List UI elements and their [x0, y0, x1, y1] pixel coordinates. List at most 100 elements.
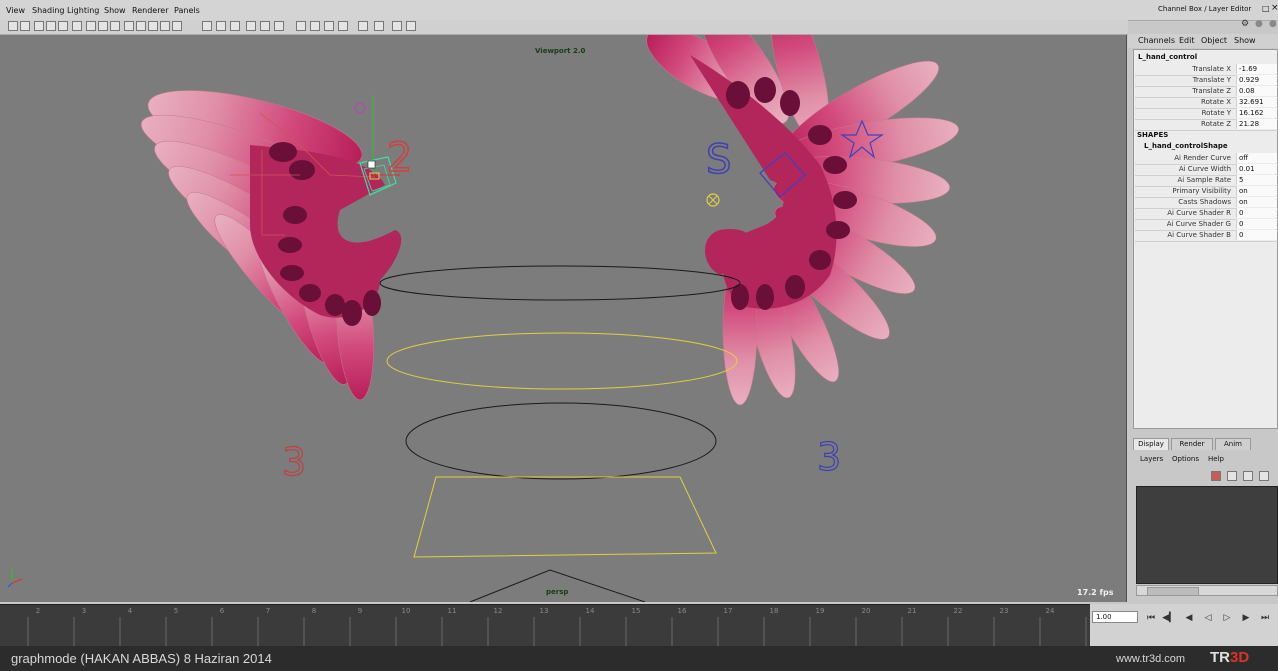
tab-anim[interactable]: Anim — [1215, 438, 1251, 450]
move-down-icon[interactable] — [1259, 471, 1269, 481]
go-to-end-icon[interactable]: ⏭ — [1258, 612, 1272, 624]
tab-display[interactable]: Display — [1133, 438, 1169, 450]
gamma-icon[interactable] — [374, 21, 384, 31]
object-name[interactable]: L_hand_control — [1138, 53, 1197, 61]
grid-icon[interactable] — [86, 21, 96, 31]
exposure-icon[interactable] — [358, 21, 368, 31]
channel-value[interactable]: 32.691 — [1236, 97, 1277, 107]
current-frame-field[interactable]: 1.00 — [1092, 611, 1138, 623]
go-to-start-icon[interactable]: ⏮ — [1144, 612, 1158, 624]
viewport-3d[interactable]: 2 S 3 3 Viewport 2.0 persp 17.2 fps — [0, 35, 1127, 602]
left-top-letter[interactable]: 2 — [386, 134, 413, 182]
gear-icon[interactable]: ⚙ — [1241, 19, 1249, 29]
wireframe-icon[interactable] — [124, 21, 134, 31]
menu-channels[interactable]: Channels — [1138, 36, 1175, 45]
light-bulb-icon[interactable] — [260, 21, 270, 31]
right-wing[interactable]: S — [636, 35, 962, 406]
menu-shading[interactable]: Shading — [32, 6, 65, 15]
step-back-frame-icon[interactable]: ◀▎ — [1162, 612, 1176, 624]
shape-attr-value[interactable]: off — [1236, 153, 1277, 163]
channel-value[interactable]: -1.69 — [1236, 64, 1277, 74]
menu-layers[interactable]: Layers — [1140, 455, 1163, 463]
menu-object[interactable]: Object — [1201, 36, 1227, 45]
play-forward-icon[interactable]: ▷ — [1220, 612, 1234, 624]
shape-attr-value[interactable]: on — [1236, 186, 1277, 196]
xray-icon[interactable] — [202, 21, 212, 31]
left-wing[interactable]: 2 — [133, 74, 413, 401]
step-back-key-icon[interactable]: ◀ — [1182, 612, 1196, 624]
left-pivot-marker[interactable] — [354, 102, 366, 114]
menu-help[interactable]: Help — [1208, 455, 1224, 463]
view-transform-icon[interactable] — [406, 21, 416, 31]
shape-attr-value[interactable]: 0.01 — [1236, 164, 1277, 174]
black-ring-top[interactable] — [379, 265, 741, 301]
menu-show-cb[interactable]: Show — [1234, 36, 1256, 45]
shape-name[interactable]: L_hand_controlShape — [1144, 142, 1228, 150]
menu-edit[interactable]: Edit — [1179, 36, 1195, 45]
channel-row[interactable]: Rotate Z 21.28 — [1135, 119, 1278, 131]
anti-aliasing-icon[interactable] — [324, 21, 334, 31]
shape-attr-row[interactable]: Ai Curve Shader B0 — [1135, 230, 1278, 242]
channel-value[interactable]: 0.929 — [1236, 75, 1277, 85]
close-icon[interactable]: × — [1271, 3, 1278, 13]
timeline-tick-label: 2 — [36, 607, 40, 615]
channel-value[interactable]: 16.162 — [1236, 108, 1277, 118]
new-layer-selected-icon[interactable] — [1227, 471, 1237, 481]
textured-icon[interactable] — [160, 21, 170, 31]
channel-value[interactable]: 0.08 — [1236, 86, 1277, 96]
yellow-ring[interactable] — [386, 332, 738, 390]
select-camera-icon[interactable] — [8, 21, 18, 31]
shape-attr-value[interactable]: 0 — [1236, 208, 1277, 218]
time-slider[interactable]: 2 3 4 5 6 7 8 9 10 11 12 13 14 15 16 17 18 19 20 21 22 23 24 — [0, 604, 1090, 647]
shape-attr-value[interactable]: on — [1236, 197, 1277, 207]
new-layer-icon[interactable] — [1211, 471, 1221, 481]
menu-renderer[interactable]: Renderer — [132, 6, 169, 15]
shadows-icon[interactable] — [230, 21, 240, 31]
menu-options[interactable]: Options — [1172, 455, 1199, 463]
play-backward-icon[interactable]: ◁ — [1201, 612, 1215, 624]
tab-render[interactable]: Render — [1171, 438, 1213, 450]
scrollbar-thumb[interactable] — [1147, 587, 1199, 596]
wireframe-on-shaded-icon[interactable] — [148, 21, 158, 31]
circle-icon-2[interactable]: ● — [1269, 19, 1277, 29]
timeline-tick-label: 11 — [448, 607, 457, 615]
hud-icon[interactable] — [296, 21, 306, 31]
resolution-gate-icon[interactable] — [110, 21, 120, 31]
layer-list-scrollbar[interactable] — [1136, 585, 1278, 596]
two-d-pan-icon[interactable] — [58, 21, 68, 31]
depth-of-field-icon[interactable] — [338, 21, 348, 31]
move-up-icon[interactable] — [1243, 471, 1253, 481]
menu-lighting[interactable]: Lighting — [67, 6, 99, 15]
camera-attributes-icon[interactable] — [20, 21, 30, 31]
right-top-letter[interactable]: S — [705, 136, 732, 184]
film-gate-icon[interactable] — [98, 21, 108, 31]
menu-panels[interactable]: Panels — [174, 6, 200, 15]
float-icon[interactable]: □ — [1262, 4, 1270, 13]
root-control-trapezoid[interactable] — [413, 476, 717, 558]
lights-icon[interactable] — [172, 21, 182, 31]
color-management-icon[interactable] — [392, 21, 402, 31]
layer-list[interactable] — [1136, 486, 1278, 584]
menu-view[interactable]: View — [6, 6, 25, 15]
step-forward-key-icon[interactable]: ▶ — [1239, 612, 1253, 624]
motion-blur-icon[interactable] — [310, 21, 320, 31]
camera-name-label: persp — [546, 588, 569, 596]
shape-attr-value[interactable]: 0 — [1236, 230, 1277, 240]
bookmark-icon[interactable] — [34, 21, 44, 31]
shape-attr-value[interactable]: 0 — [1236, 219, 1277, 229]
channel-value[interactable]: 21.28 — [1236, 119, 1277, 129]
right-bottom-letter[interactable]: 3 — [816, 434, 841, 479]
smooth-shade-icon[interactable] — [136, 21, 146, 31]
shape-attr-value[interactable]: 5 — [1236, 175, 1277, 185]
grease-pencil-icon[interactable] — [72, 21, 82, 31]
black-ring-bottom[interactable] — [405, 402, 717, 480]
shapes-header: SHAPES — [1137, 131, 1169, 139]
ambient-occlusion-icon[interactable] — [246, 21, 256, 31]
menu-show[interactable]: Show — [104, 6, 126, 15]
sphere-icon[interactable] — [274, 21, 284, 31]
left-bottom-letter[interactable]: 3 — [281, 439, 306, 484]
circle-icon[interactable]: ● — [1255, 19, 1263, 29]
timeline-tick-label: 3 — [82, 607, 86, 615]
isolate-select-icon[interactable] — [216, 21, 226, 31]
image-plane-icon[interactable] — [46, 21, 56, 31]
